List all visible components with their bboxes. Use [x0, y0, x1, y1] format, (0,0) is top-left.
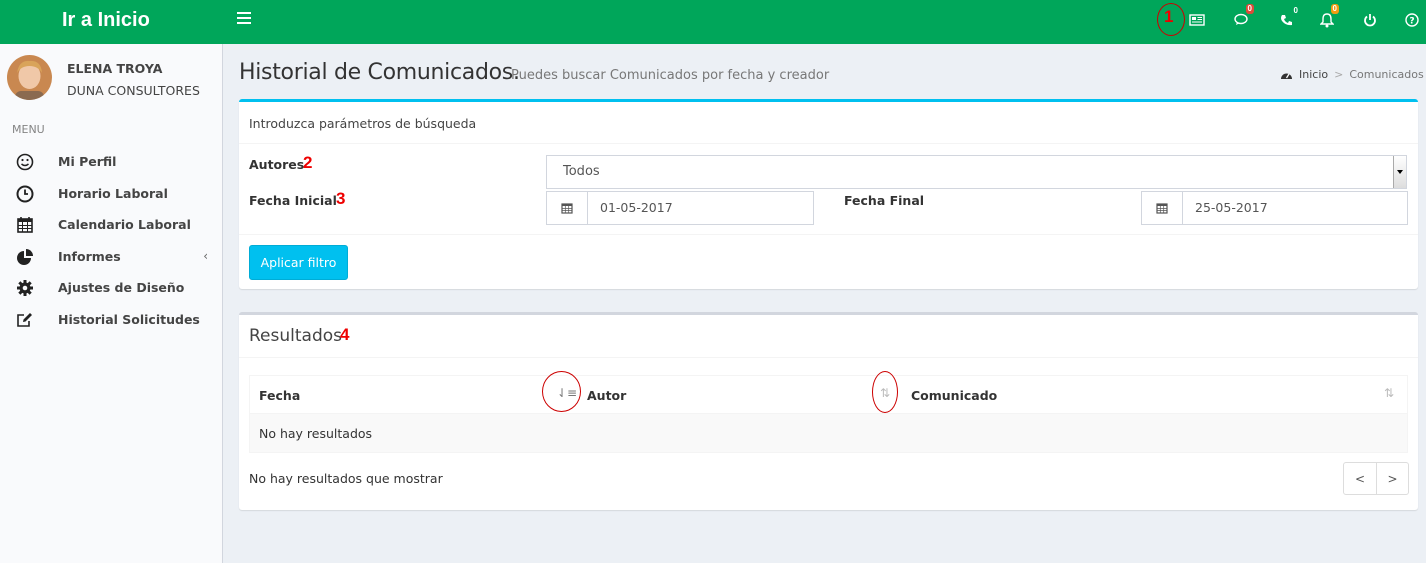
table-header-row: Fecha ⇃≡ Autor ⇅ Comunicado ⇅: [250, 376, 1407, 414]
annotation-circle-sort-fecha: [542, 371, 581, 412]
sort-icon[interactable]: ⇅: [1384, 386, 1394, 400]
table-row: No hay resultados: [250, 414, 1407, 452]
previous-page-button[interactable]: <: [1344, 463, 1376, 494]
breadcrumb: Inicio > Comunicados: [1280, 68, 1424, 81]
sidebar-item-label: Calendario Laboral: [58, 217, 191, 232]
dashboard-icon: [1281, 73, 1292, 79]
annotation-number-1: 1: [1164, 7, 1174, 26]
sidebar-item-label: Ajustes de Diseño: [58, 280, 185, 295]
breadcrumb-separator: >: [1334, 68, 1344, 81]
sidebar-item-mi-perfil[interactable]: Mi Perfil: [0, 147, 222, 177]
home-link[interactable]: Ir a Inicio: [0, 0, 223, 44]
calendar-icon: [17, 217, 33, 233]
gear-icon: [17, 280, 33, 296]
calls-badge: 0: [1293, 6, 1298, 15]
comments-icon[interactable]: 0: [1228, 4, 1256, 32]
sidebar-item-calendario-laboral[interactable]: Calendario Laboral: [0, 210, 222, 240]
sidebar-item-informes[interactable]: Informes ‹: [0, 242, 222, 272]
sidebar-item-label: Mi Perfil: [58, 154, 117, 169]
calendar-icon[interactable]: [547, 192, 588, 224]
chevron-down-icon: [1393, 156, 1406, 188]
autores-label: Autores: [249, 157, 305, 172]
sidebar-item-ajustes-diseno[interactable]: Ajustes de Diseño: [0, 273, 222, 303]
calendar-icon[interactable]: [1142, 192, 1183, 224]
smile-icon: [16, 153, 34, 171]
next-page-button[interactable]: >: [1376, 463, 1408, 494]
sidebar: ELENA TROYA DUNA CONSULTORES MENU Mi Per…: [0, 44, 223, 563]
apply-filter-button[interactable]: Aplicar filtro: [249, 245, 348, 280]
annotation-number-2: 2: [303, 153, 313, 172]
results-panel: Resultados 4 Fecha ⇃≡ Autor ⇅ Comunicado…: [239, 312, 1418, 510]
svg-text:?: ?: [1409, 17, 1414, 27]
bell-icon[interactable]: 0: [1313, 4, 1341, 32]
notifications-badge: 0: [1330, 4, 1339, 14]
chevron-left-icon: ‹: [203, 249, 208, 263]
messages-badge: 0: [1245, 4, 1254, 14]
results-title: Resultados: [249, 326, 342, 346]
autores-select[interactable]: Todos: [546, 155, 1407, 189]
user-name: ELENA TROYA: [67, 61, 163, 76]
clock-icon: [16, 185, 34, 203]
newspaper-icon[interactable]: [1183, 8, 1211, 32]
annotation-circle-sort-autor: [872, 371, 898, 413]
divider: [239, 234, 1418, 235]
user-company: DUNA CONSULTORES: [67, 83, 200, 98]
page-title: Historial de Comunicados.: [239, 60, 520, 85]
column-header-autor[interactable]: Autor: [587, 376, 907, 414]
sidebar-item-label: Horario Laboral: [58, 186, 168, 201]
column-header-comunicado[interactable]: Comunicado: [911, 376, 1211, 414]
breadcrumb-current: Comunicados: [1349, 68, 1424, 81]
autores-select-value: Todos: [563, 164, 600, 179]
annotation-number-3: 3: [336, 189, 346, 208]
sidebar-item-historial-solicitudes[interactable]: Historial Solicitudes: [0, 305, 222, 335]
power-icon[interactable]: [1356, 8, 1384, 32]
divider: [239, 357, 1418, 358]
results-info: No hay resultados que mostrar: [249, 471, 443, 486]
pagination: < >: [1343, 462, 1409, 495]
pie-chart-icon: [17, 249, 33, 265]
breadcrumb-home-link[interactable]: Inicio: [1299, 68, 1328, 81]
search-panel-heading: Introduzca parámetros de búsqueda: [239, 102, 1418, 144]
annotation-number-4: 4: [340, 325, 350, 344]
page-subtitle: Puedes buscar Comunicados por fecha y cr…: [511, 68, 830, 83]
fecha-inicial-field[interactable]: 01-05-2017: [546, 191, 814, 225]
fecha-final-field[interactable]: 25-05-2017: [1141, 191, 1408, 225]
sidebar-item-label: Historial Solicitudes: [58, 312, 200, 327]
sidebar-item-horario-laboral[interactable]: Horario Laboral: [0, 179, 222, 209]
search-panel: Introduzca parámetros de búsqueda Autore…: [239, 99, 1418, 289]
top-navbar: Ir a Inicio 1 0 0 0 ?: [0, 0, 1426, 44]
avatar: [7, 55, 52, 100]
fecha-inicial-input[interactable]: 01-05-2017: [588, 192, 813, 224]
sidebar-item-label: Informes: [58, 249, 121, 264]
fecha-final-label: Fecha Final: [844, 193, 925, 208]
results-table: Fecha ⇃≡ Autor ⇅ Comunicado ⇅ No hay res…: [249, 375, 1408, 453]
menu-header: MENU: [12, 123, 45, 136]
help-icon[interactable]: ?: [1398, 8, 1426, 32]
fecha-final-input[interactable]: 25-05-2017: [1183, 192, 1407, 224]
fecha-inicial-label: Fecha Inicial: [249, 193, 337, 208]
column-header-fecha[interactable]: Fecha: [259, 376, 579, 414]
phone-icon[interactable]: 0: [1272, 6, 1300, 32]
edit-icon: [17, 313, 32, 327]
sidebar-toggle-icon[interactable]: [237, 12, 251, 26]
